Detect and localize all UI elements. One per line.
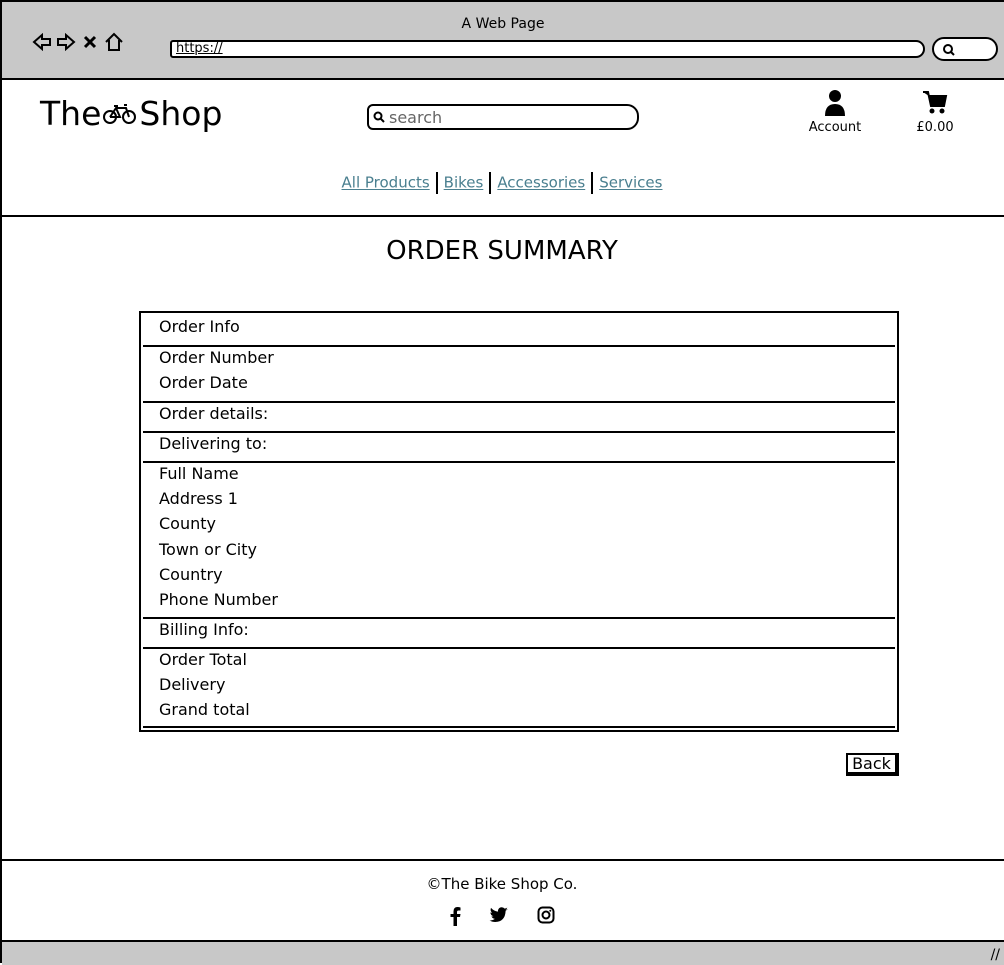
logo-text-the: The (40, 94, 102, 133)
resize-grip-icon[interactable]: // (991, 947, 1000, 963)
order-info-heading: Order Info (159, 317, 240, 336)
row-divider (143, 401, 895, 403)
row-divider (143, 345, 895, 347)
account-link[interactable]: Account (800, 88, 870, 135)
site-logo[interactable]: The Shop (40, 94, 222, 133)
search-placeholder: search (389, 107, 443, 127)
nav-all-products[interactable]: All Products (342, 174, 430, 192)
order-summary-table: Order Info Order Number Order Date Order… (139, 311, 899, 732)
order-number-label: Order Number (159, 348, 274, 367)
cart-total: £0.00 (916, 120, 954, 135)
bike-icon (103, 103, 137, 124)
home-icon[interactable] (104, 32, 124, 52)
status-bar: // (2, 940, 1004, 965)
nav-bikes[interactable]: Bikes (444, 174, 484, 192)
copyright-icon: © (426, 875, 442, 893)
search-icon (942, 42, 956, 61)
cart-link[interactable]: £0.00 (905, 88, 965, 135)
url-bar[interactable]: https:// (170, 40, 925, 58)
county-label: County (159, 514, 216, 533)
browser-search-box[interactable] (932, 37, 998, 61)
user-icon (800, 88, 870, 120)
back-button[interactable]: Back (846, 753, 899, 776)
social-links (0, 906, 1004, 930)
main-nav: All Products Bikes Accessories Services (0, 172, 1004, 194)
facebook-icon[interactable] (449, 906, 461, 930)
nav-services[interactable]: Services (599, 174, 662, 192)
full-name-label: Full Name (159, 464, 239, 483)
back-arrow-icon[interactable] (32, 32, 52, 52)
cart-icon (905, 88, 965, 120)
row-divider (143, 431, 895, 433)
logo-text-shop: Shop (139, 94, 223, 133)
browser-chrome: A Web Page https:// (2, 2, 1004, 80)
browser-nav-buttons (32, 32, 124, 52)
town-label: Town or City (159, 540, 257, 559)
row-divider (143, 461, 895, 463)
delivering-to-heading: Delivering to: (159, 434, 268, 453)
twitter-icon[interactable] (489, 906, 509, 930)
instagram-icon[interactable] (537, 906, 555, 930)
order-total-label: Order Total (159, 650, 247, 669)
search-icon (373, 108, 385, 127)
page-title: ORDER SUMMARY (386, 236, 618, 266)
footer-copyright: ©The Bike Shop Co. (0, 875, 1004, 893)
header-divider (2, 215, 1004, 217)
nav-accessories[interactable]: Accessories (497, 174, 585, 192)
forward-arrow-icon[interactable] (56, 32, 76, 52)
row-divider (143, 617, 895, 619)
row-divider (143, 726, 895, 728)
nav-divider (489, 172, 492, 194)
order-date-label: Order Date (159, 373, 248, 392)
phone-label: Phone Number (159, 590, 278, 609)
row-divider (143, 647, 895, 649)
close-icon[interactable] (80, 32, 100, 52)
nav-divider (591, 172, 594, 194)
delivery-label: Delivery (159, 675, 226, 694)
nav-divider (435, 172, 438, 194)
address1-label: Address 1 (159, 489, 238, 508)
copyright-text: The Bike Shop Co. (441, 875, 578, 893)
country-label: Country (159, 565, 223, 584)
footer-divider (2, 859, 1004, 861)
grand-total-label: Grand total (159, 700, 250, 719)
billing-info-heading: Billing Info: (159, 620, 249, 639)
window-title: A Web Page (461, 16, 545, 32)
account-label: Account (808, 120, 862, 135)
order-details-heading: Order details: (159, 404, 269, 423)
site-search-input[interactable]: search (367, 104, 639, 130)
